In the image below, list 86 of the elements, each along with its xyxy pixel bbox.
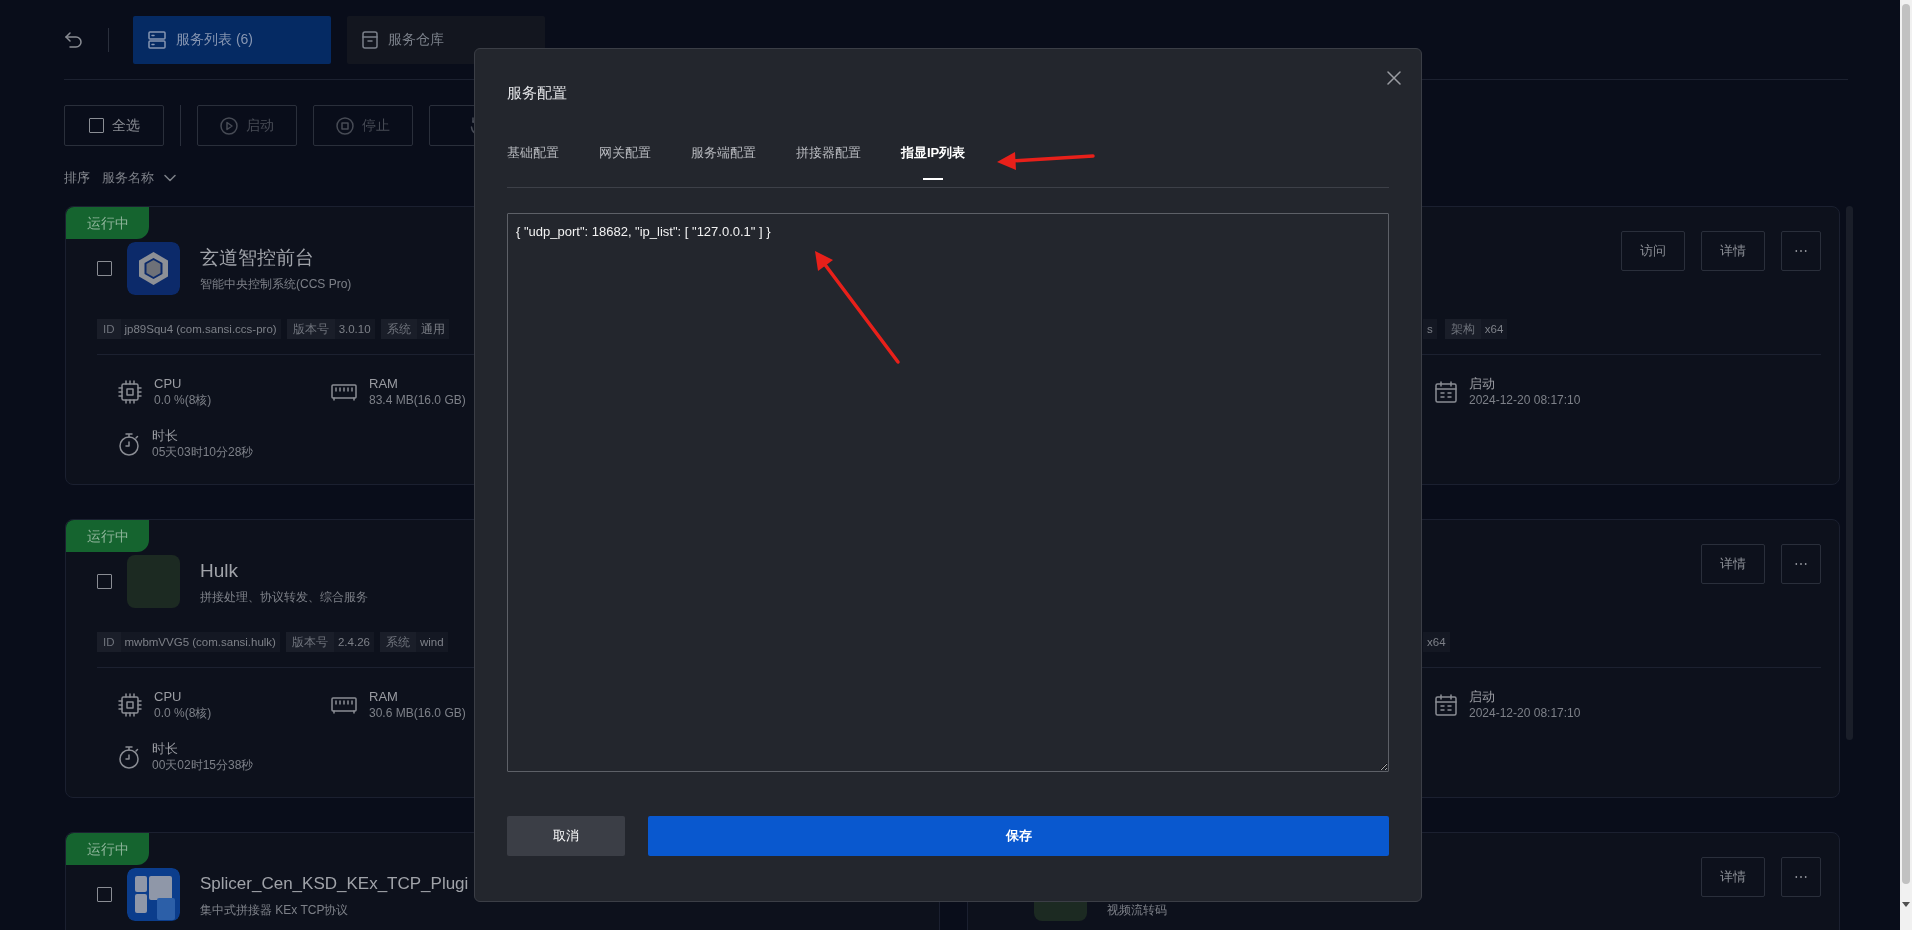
card-checkbox[interactable] [97,574,112,589]
save-button[interactable]: 保存 [648,816,1389,856]
tag-value: s [1426,322,1434,337]
tag-value: x64 [1483,322,1505,337]
photo-placeholder [127,555,180,608]
tag-value: x64 [1426,635,1447,650]
json-editor-field[interactable]: { "udp_port": 18682, "ip_list": [ "127.0.0.1" ] } [507,213,1389,772]
stat-label: 启动 [1469,375,1496,392]
service-name: 玄道智控前台 [200,245,315,270]
more-button[interactable]: ⋯ [1781,231,1821,271]
card-checkbox[interactable] [97,261,112,276]
action-button[interactable]: 详情 [1701,544,1765,584]
service-description: 拼接处理、协议转发、综合服务 [200,588,368,606]
cancel-button[interactable]: 取消 [507,816,625,856]
stat-value: 30.6 MB(16.0 GB) [369,705,466,722]
status-badge: 运行中 [66,520,149,552]
tag-label: ID [97,319,121,339]
tag-label: 架构 [1444,319,1481,339]
calendar-icon [1435,381,1457,403]
stat-value: 05天03时10分28秒 [152,444,254,461]
service-name: Splicer_Cen_KSD_KEx_TCP_Plugi [200,872,469,895]
back-icon[interactable] [64,30,84,49]
hexagon-logo-icon [127,242,180,295]
sort-label: 排序 [64,169,90,188]
tag-label: 系统 [380,319,417,339]
more-button[interactable]: ⋯ [1781,544,1821,584]
stat-label: 时长 [152,427,179,444]
tag-value: 3.0.10 [337,322,372,337]
archive-box-icon [362,30,378,49]
stat-label: 启动 [1469,688,1496,705]
nav-tab[interactable]: 服务仓库 [347,15,545,64]
cpu-chip-icon [118,693,142,717]
tab[interactable]: 指显IP列表 [901,143,966,187]
tag-value: 通用 [419,322,446,337]
stat-value: 2024-12-20 08:17:10 [1469,705,1581,722]
tag-value: wind [418,635,445,650]
tag-label: 版本号 [285,632,334,652]
browser-scrollbar[interactable] [1900,0,1912,930]
tag-value: jp89Squ4 (com.sansi.ccs-pro) [123,322,278,337]
nav-tab[interactable]: 服务列表 (6) [133,15,331,64]
stat-value: 83.4 MB(16.0 GB) [369,392,466,409]
tab[interactable]: 服务端配置 [691,143,756,187]
stat-label: 时长 [152,740,179,757]
tab[interactable]: 网关配置 [599,143,651,187]
server-icon [148,30,166,49]
stat-label: CPU [154,375,183,392]
app-grid-logo-icon [127,868,180,921]
tag-label: ID [97,632,121,652]
select-all-button[interactable]: 全选 [64,105,164,146]
stat-value: 00天02时15分38秒 [152,757,254,774]
service-name: Hulk [200,558,239,583]
tag-label: 系统 [379,632,416,652]
action-button[interactable]: 详情 [1701,857,1765,897]
sort-dropdown[interactable]: 服务名称 [102,168,176,188]
calendar-icon [1435,694,1457,716]
memory-module-icon [331,696,357,714]
tag-label: 版本号 [286,319,335,339]
tag-value: mwbmVVG5 (com.sansi.hulk) [123,635,277,650]
tag-value: 2.4.26 [336,635,371,650]
memory-module-icon [331,383,357,401]
status-badge: 运行中 [66,833,149,865]
stop-circle-icon [336,116,354,135]
stat-value: 2024-12-20 08:17:10 [1469,392,1581,409]
play-circle-icon [220,116,238,135]
stat-value: 0.0 %(8核) [154,705,212,722]
tab[interactable]: 基础配置 [507,143,559,187]
tab[interactable]: 拼接器配置 [796,143,861,187]
more-button[interactable]: ⋯ [1781,857,1821,897]
stopwatch-icon [118,745,140,769]
action-button[interactable]: 详情 [1701,231,1765,271]
dialog-title: 服务配置 [507,83,568,103]
service-description: 视频流转码 [1107,901,1167,919]
card-checkbox[interactable] [97,887,112,902]
stopwatch-icon [118,432,140,456]
checkbox[interactable] [88,118,104,133]
close-icon[interactable] [1387,71,1401,85]
cpu-chip-icon [118,380,142,404]
chevron-down-icon [164,174,176,182]
stat-label: RAM [369,375,399,392]
service-description: 智能中央控制系统(CCS Pro) [200,275,352,293]
status-badge: 运行中 [66,207,149,239]
stat-label: CPU [154,688,183,705]
service-description: 集中式拼接器 KEx TCP协议 [200,901,350,919]
stat-value: 0.0 %(8核) [154,392,212,409]
stat-label: RAM [369,688,399,705]
action-button[interactable]: 访问 [1621,231,1685,271]
